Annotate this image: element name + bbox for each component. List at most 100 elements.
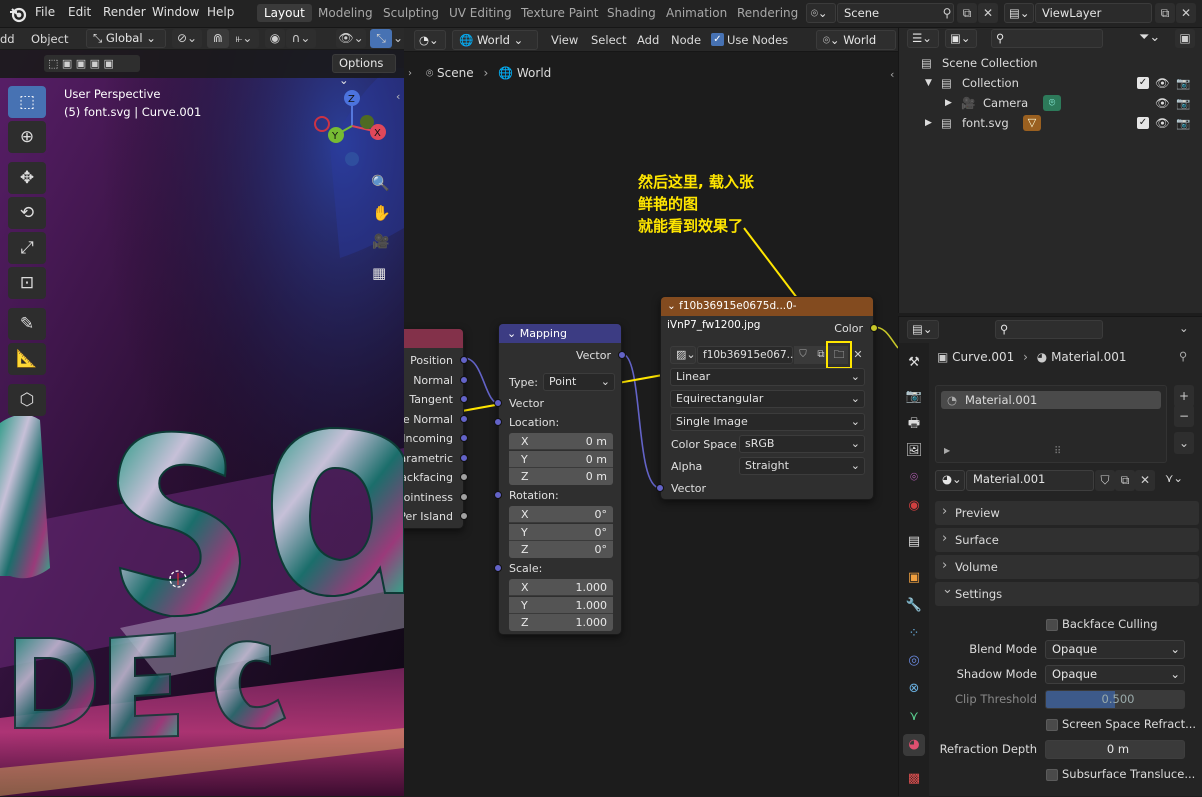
modifier-tab-icon[interactable]: 🔧 — [903, 595, 925, 617]
outliner-font-svg[interactable]: ▶ ▤ font.svg ▽ ✓ 👁 📷 — [899, 113, 1202, 133]
scl-x-field[interactable]: X 1.000 — [509, 579, 613, 596]
texcoord-output-socket[interactable] — [460, 395, 468, 403]
node-link-icon[interactable]: ⋎⌄ — [1165, 471, 1183, 485]
collapse-sidebar-icon[interactable]: ‹ — [396, 90, 400, 103]
sss-checkbox[interactable] — [1046, 769, 1058, 781]
move-tool-icon[interactable]: ✥ — [8, 162, 46, 194]
annotate-tool-icon[interactable]: ✎ — [8, 308, 46, 340]
material-slot-item[interactable]: ◔ Material.001 — [941, 391, 1161, 409]
refraction-depth-field[interactable]: 0 m — [1045, 740, 1185, 759]
snap-target-icon[interactable]: ⫦⌄ — [229, 29, 259, 48]
pin-icon[interactable]: ⚲ — [937, 3, 957, 23]
texcoord-output-socket[interactable] — [460, 356, 468, 364]
physics-tab-icon[interactable]: ◎ — [903, 650, 925, 672]
expand-arrow-icon[interactable]: ▶ — [944, 446, 950, 455]
pivot-icon[interactable]: ⊘⌄ — [172, 29, 202, 48]
collection-tab-icon[interactable]: ▤ — [903, 531, 925, 553]
add-cube-tool-icon[interactable]: ⬡ — [8, 384, 46, 416]
pin-icon[interactable]: ⚲ — [1179, 349, 1187, 363]
tab-rendering[interactable]: Rendering — [737, 6, 798, 20]
expand-arrow-icon[interactable]: ▼ — [925, 73, 932, 93]
shader-node-editor[interactable]: ◔⌄ 🌐 World ⌄ View Select Add Node ✓ Use … — [404, 28, 898, 796]
properties-search-input[interactable]: ⚲ — [995, 320, 1103, 339]
world-tab-icon[interactable]: ◉ — [903, 495, 925, 517]
eye-icon[interactable]: 👁 — [1155, 113, 1170, 133]
fake-user-shield-icon[interactable]: ⛉ — [794, 346, 812, 364]
remove-slot-icon[interactable]: − — [1174, 405, 1194, 427]
texcoord-output-socket[interactable] — [460, 473, 468, 481]
outliner-search-input[interactable]: ⚲ — [991, 29, 1103, 48]
exclude-checkbox[interactable]: ✓ — [1137, 117, 1149, 129]
camera-data-icon[interactable]: ⌾ — [1043, 95, 1061, 111]
chevron-down-icon[interactable]: ⌄ — [1179, 321, 1189, 335]
editor-type-dropdown[interactable]: ☰⌄ — [907, 29, 939, 48]
tab-modeling[interactable]: Modeling — [318, 6, 373, 20]
camera-render-icon[interactable]: 📷 — [1176, 93, 1190, 113]
colorspace-dropdown[interactable]: sRGB ⌄ — [739, 435, 865, 453]
texcoord-output-socket[interactable] — [460, 453, 468, 462]
loc-x-field[interactable]: X 0 m — [509, 433, 613, 450]
editor-type-dropdown[interactable]: ▤⌄ — [907, 320, 939, 339]
cursor-tool-icon[interactable]: ⊕ — [8, 121, 46, 153]
mapping-node[interactable]: ⌄ Mapping Vector Type: Point ⌄ Vector Loc… — [494, 323, 626, 635]
mapping-output-socket[interactable] — [618, 351, 626, 359]
close-icon[interactable]: ✕ — [1176, 3, 1196, 23]
output-tab-icon[interactable]: 🖶 — [903, 413, 925, 435]
rotate-tool-icon[interactable]: ⟲ — [8, 197, 46, 229]
close-icon[interactable]: ✕ — [978, 3, 998, 23]
proportional-icon[interactable]: ◉ — [265, 29, 285, 48]
object-tab-icon[interactable]: ▣ — [903, 567, 925, 589]
display-mode-dropdown[interactable]: ▣⌄ — [945, 29, 977, 48]
panel-volume[interactable]: Volume — [935, 554, 1199, 579]
tab-shading[interactable]: Shading — [607, 6, 656, 20]
rot-y-field[interactable]: Y 0° — [509, 523, 613, 541]
material-slot-list[interactable]: ◔ Material.001 ▶ ⠿ — [935, 385, 1167, 463]
texcoord-header[interactable] — [404, 329, 463, 348]
scene-tab-icon[interactable]: ⌾ — [903, 467, 925, 489]
snap-icon[interactable]: ⋒ — [207, 29, 229, 48]
new-viewlayer-icon[interactable]: ⧉ — [1155, 3, 1175, 23]
visibility-icon[interactable]: 👁⌄ — [336, 29, 366, 48]
properties-editor[interactable]: ▤⌄ ⚲ ⌄ ⚒ 📷 🖶 🖼 ⌾ ◉ ▤ ▣ 🔧 ⁘ ◎ ⊗ ⋎ ◕ ▩ ▣ C… — [898, 316, 1202, 797]
image-texture-header[interactable]: ⌄ f10b36915e0675d...0-iVnP7_fw1200.jpg — [661, 297, 873, 331]
blend-mode-dropdown[interactable]: Opaque ⌄ — [1045, 640, 1185, 659]
outliner-scene-collection[interactable]: ▤ Scene Collection — [899, 53, 1202, 73]
scl-z-field[interactable]: Z 1.000 — [509, 614, 613, 631]
mapping-header[interactable]: ⌄ Mapping — [499, 324, 621, 343]
chevron-down-icon[interactable]: ⌄ — [392, 29, 404, 48]
eye-icon[interactable]: 👁 — [1155, 93, 1170, 113]
image-color-socket[interactable] — [870, 324, 878, 332]
measure-tool-icon[interactable]: 📐 — [8, 343, 46, 375]
texcoord-output-socket[interactable] — [460, 375, 468, 384]
menu-object[interactable]: Object — [31, 32, 68, 46]
rot-x-field[interactable]: X 0° — [509, 506, 613, 523]
particles-tab-icon[interactable]: ⁘ — [903, 623, 925, 645]
menu-render[interactable]: Render — [103, 5, 146, 19]
mapping-input-socket[interactable] — [494, 399, 502, 407]
tab-animation[interactable]: Animation — [666, 6, 727, 20]
scl-y-field[interactable]: Y 1.000 — [509, 596, 613, 614]
expand-arrow-icon[interactable]: ▶ — [925, 113, 932, 133]
location-socket[interactable] — [494, 418, 502, 426]
viewlayer-field[interactable]: ViewLayer — [1035, 3, 1152, 23]
pan-hand-icon[interactable]: ✋ — [372, 204, 391, 222]
outliner-collection[interactable]: ▼ ▤ Collection ✓ 👁 📷 — [899, 73, 1202, 93]
unlink-close-icon[interactable]: ✕ — [850, 346, 866, 364]
constraints-tab-icon[interactable]: ⊗ — [903, 678, 925, 700]
camera-render-icon[interactable]: 📷 — [1176, 113, 1190, 133]
new-collection-icon[interactable]: ▣ — [1175, 29, 1195, 48]
material-tab-icon[interactable]: ◕ — [903, 734, 925, 756]
menu-file[interactable]: File — [35, 5, 55, 19]
duplicate-icon[interactable]: ⧉ — [1115, 470, 1135, 491]
new-scene-icon[interactable]: ⧉ — [957, 3, 977, 23]
curve-data-icon[interactable]: ▽ — [1023, 115, 1041, 131]
data-tab-icon[interactable]: ⋎ — [903, 706, 925, 728]
texcoord-output-socket[interactable] — [460, 492, 468, 501]
fake-user-shield-icon[interactable]: ⛉ — [1095, 470, 1115, 491]
shadow-mode-dropdown[interactable]: Opaque ⌄ — [1045, 665, 1185, 684]
navigation-gizmo[interactable]: Z X Y — [312, 86, 392, 166]
menu-edit[interactable]: Edit — [68, 5, 91, 19]
panel-preview[interactable]: Preview — [935, 500, 1199, 525]
slot-menu-icon[interactable]: ⌄ — [1174, 432, 1194, 454]
eye-icon[interactable]: 👁 — [1155, 73, 1170, 93]
